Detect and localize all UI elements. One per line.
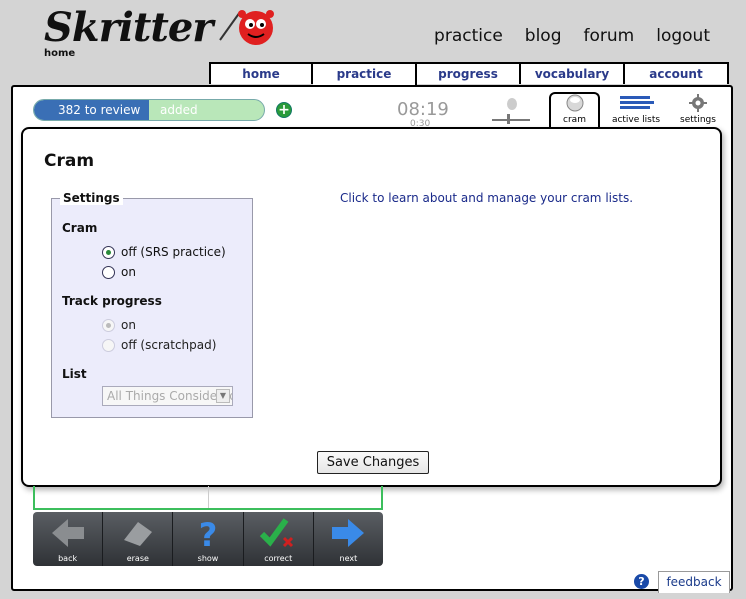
- chevron-down-icon: ▼: [216, 389, 230, 403]
- volume-slider[interactable]: [492, 119, 530, 121]
- erase-label: erase: [126, 554, 149, 563]
- question-icon: ?: [199, 516, 218, 550]
- next-button[interactable]: next: [314, 512, 383, 566]
- cram-dialog: Cram Settings Cram off (SRS practice) on…: [21, 127, 722, 487]
- active-lists-button[interactable]: active lists: [610, 94, 662, 125]
- skritter-logo[interactable]: Skritter home: [44, 4, 213, 59]
- logo-text: Skritter: [44, 4, 213, 51]
- checkmark-icon: [260, 518, 294, 548]
- back-button[interactable]: back: [33, 512, 104, 566]
- cram-icon: [566, 94, 583, 112]
- cram-off-option[interactable]: off (SRS practice): [102, 245, 226, 259]
- correct-label: correct: [264, 554, 293, 563]
- canvas-grid-line: [208, 486, 209, 508]
- tab-vocabulary[interactable]: vocabulary: [521, 62, 625, 84]
- correct-button[interactable]: correct: [244, 512, 314, 566]
- nav-logout[interactable]: logout: [656, 26, 710, 46]
- track-progress-label: Track progress: [62, 294, 162, 308]
- next-label: next: [339, 554, 358, 563]
- settings-fieldset: Settings Cram off (SRS practice) on Trac…: [51, 191, 253, 418]
- main-tabs: home practice progress vocabulary accoun…: [209, 62, 729, 86]
- cram-on-option[interactable]: on: [102, 265, 136, 279]
- practice-toolbar: back erase ? show correct next: [33, 512, 383, 566]
- back-label: back: [58, 554, 78, 563]
- volume-slider-knob[interactable]: [507, 114, 510, 124]
- dialog-title: Cram: [44, 151, 95, 171]
- settings-icon: [689, 94, 707, 112]
- cram-off-radio[interactable]: [102, 245, 115, 259]
- review-progress-bar[interactable]: 382 to review added: [33, 99, 265, 121]
- track-on-label: on: [121, 318, 136, 332]
- tab-home[interactable]: home: [209, 62, 313, 84]
- plus-icon[interactable]: +: [276, 102, 292, 118]
- list-select[interactable]: All Things Considered ▼: [102, 386, 233, 406]
- nav-forum[interactable]: forum: [584, 26, 635, 46]
- cram-on-label: on: [121, 265, 136, 279]
- review-count: 382 to review: [58, 103, 141, 117]
- track-off-option[interactable]: off (scratchpad): [102, 338, 216, 352]
- nav-blog[interactable]: blog: [525, 26, 562, 46]
- back-arrow-icon: [51, 519, 84, 547]
- tab-account[interactable]: account: [625, 62, 729, 84]
- settings-button[interactable]: settings: [677, 94, 719, 125]
- logo-home-link[interactable]: home: [44, 48, 75, 59]
- added-label: added: [160, 103, 198, 117]
- track-off-radio[interactable]: [102, 338, 115, 352]
- next-arrow-icon: [332, 519, 365, 547]
- cram-label: cram: [563, 115, 586, 125]
- cram-button[interactable]: cram: [552, 94, 597, 125]
- save-changes-button[interactable]: Save Changes: [317, 451, 429, 474]
- track-off-label: off (scratchpad): [121, 338, 217, 352]
- show-label: show: [197, 554, 219, 563]
- mascot-icon: [219, 10, 274, 45]
- track-on-option[interactable]: on: [102, 318, 136, 332]
- eraser-icon: [123, 522, 152, 546]
- learn-cram-lists-link[interactable]: Click to learn about and manage your cra…: [340, 191, 633, 205]
- volume-icon[interactable]: [507, 98, 517, 110]
- settings-label: settings: [680, 115, 716, 125]
- track-on-radio[interactable]: [102, 318, 115, 332]
- help-icon[interactable]: ?: [634, 574, 649, 589]
- timer: 08:19: [397, 99, 449, 120]
- settings-legend: Settings: [60, 191, 123, 205]
- top-nav: practice blog forum logout: [434, 26, 710, 46]
- cram-label: Cram: [62, 221, 98, 235]
- list-label: List: [62, 367, 87, 381]
- show-button[interactable]: ? show: [173, 512, 244, 566]
- cram-on-radio[interactable]: [102, 265, 115, 279]
- active-lists-label: active lists: [611, 115, 661, 125]
- feedback-button[interactable]: feedback: [658, 571, 730, 593]
- tab-progress[interactable]: progress: [417, 62, 521, 84]
- svg-text:?: ?: [199, 516, 218, 550]
- active-lists-icon: [620, 96, 654, 109]
- nav-practice[interactable]: practice: [434, 26, 503, 46]
- list-select-value: All Things Considered: [107, 389, 233, 403]
- cram-off-label: off (SRS practice): [121, 245, 226, 259]
- erase-button[interactable]: erase: [103, 512, 174, 566]
- tab-practice[interactable]: practice: [313, 62, 417, 86]
